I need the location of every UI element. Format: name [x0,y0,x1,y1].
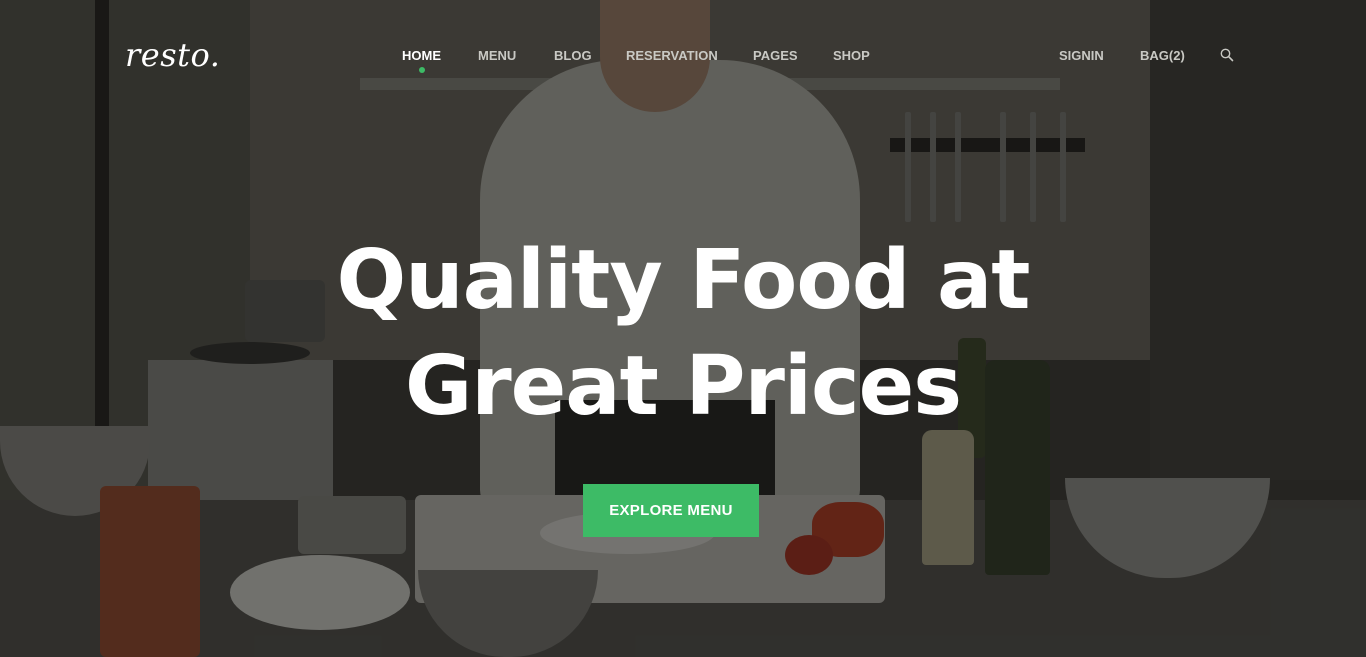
nav-item-blog[interactable]: BLOG [554,48,592,63]
active-indicator [418,67,425,73]
nav-item-home[interactable]: HOME [402,48,441,73]
bag-link[interactable]: BAG(2) [1140,48,1185,63]
hero-headline: Quality Food at Great Prices [0,228,1366,440]
nav-item-shop[interactable]: SHOP [833,48,870,63]
nav-item-pages[interactable]: PAGES [753,48,798,63]
signin-link[interactable]: SIGNIN [1059,48,1104,63]
main-nav: HOME MENU BLOG RESERVATION PAGES SHOP SI… [0,48,1366,73]
headline-line-2: Great Prices [404,339,962,434]
nav-item-label: HOME [402,48,441,63]
search-icon[interactable] [1220,48,1234,62]
nav-item-reservation[interactable]: RESERVATION [626,48,718,63]
hero-section: resto. HOME MENU BLOG RESERVATION PAGES … [0,0,1366,657]
headline-line-1: Quality Food at [336,233,1031,328]
explore-menu-button[interactable]: EXPLORE MENU [583,484,759,537]
nav-item-menu[interactable]: MENU [478,48,516,63]
